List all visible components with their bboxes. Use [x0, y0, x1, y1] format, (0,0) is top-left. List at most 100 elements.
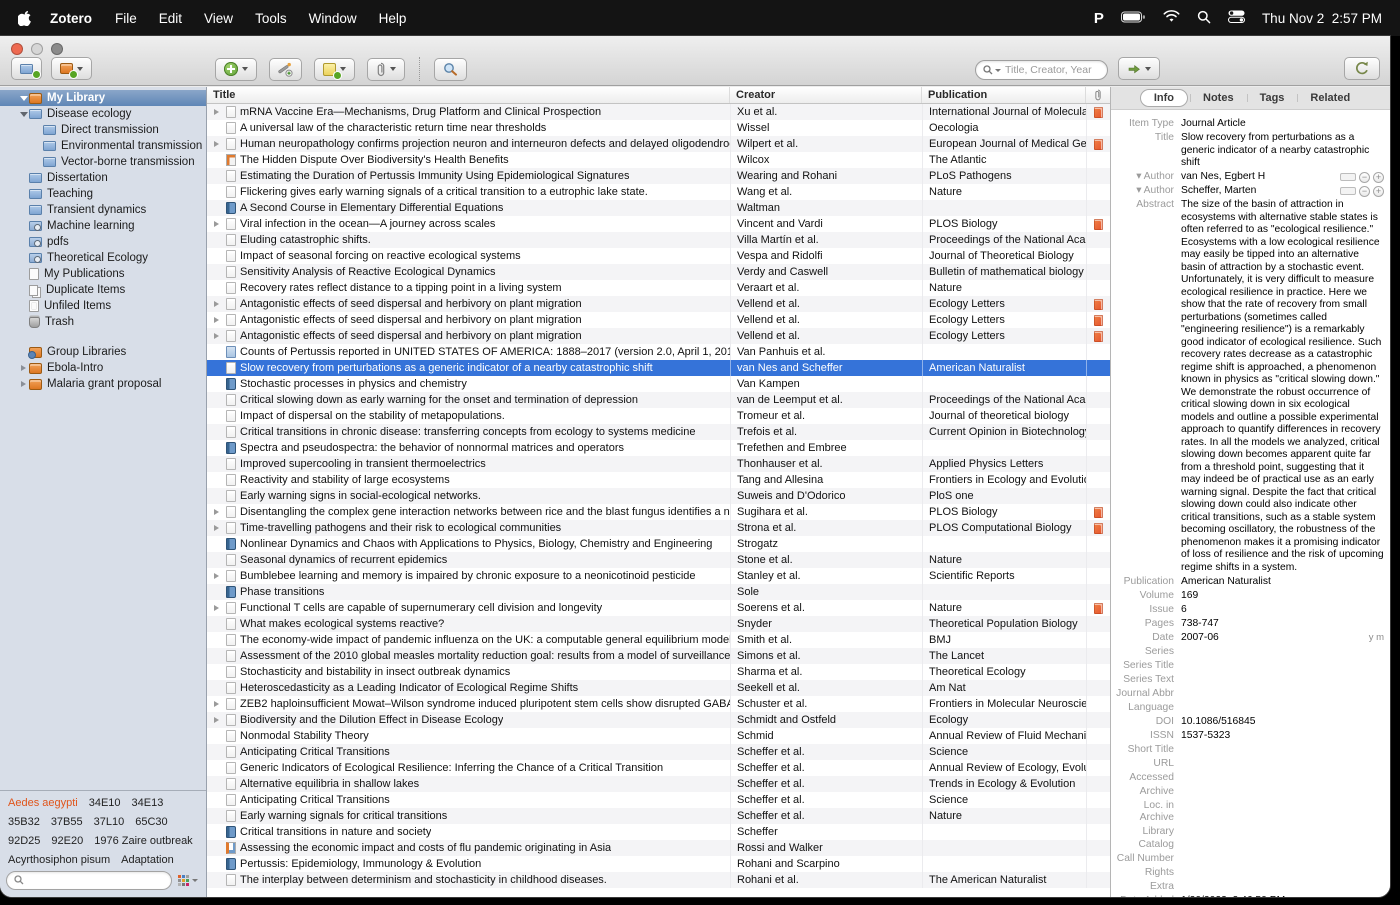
table-row[interactable]: Nonlinear Dynamics and Chaos with Applic… — [207, 536, 1110, 552]
tag-92d25[interactable]: 92D25 — [8, 836, 40, 847]
sidebar-item-dissertation[interactable]: Dissertation — [0, 170, 206, 186]
field-value[interactable] — [1181, 881, 1384, 894]
table-row[interactable]: Stochastic processes in physics and chem… — [207, 376, 1110, 392]
new-collection-button[interactable] — [11, 57, 42, 80]
sidebar-item-direct-transmission[interactable]: Direct transmission — [0, 122, 206, 138]
menu-tools[interactable]: Tools — [244, 11, 298, 26]
new-note-button[interactable] — [314, 58, 355, 81]
sidebar-item-transient-dynamics[interactable]: Transient dynamics — [0, 202, 206, 218]
expand-arrow-icon[interactable] — [210, 573, 222, 579]
password-manager-icon[interactable]: P — [1094, 10, 1104, 27]
menu-file[interactable]: File — [104, 11, 148, 26]
quick-search-input[interactable] — [1005, 64, 1100, 76]
column-header-title[interactable]: Title — [207, 87, 730, 103]
field-value[interactable] — [1181, 867, 1384, 880]
add-by-identifier-button[interactable] — [269, 58, 302, 81]
field-value[interactable] — [1181, 646, 1384, 659]
expand-arrow-icon[interactable] — [210, 717, 222, 723]
table-row[interactable]: Generic Indicators of Ecological Resilie… — [207, 760, 1110, 776]
author-name[interactable]: Scheffer, Marten — [1181, 185, 1336, 198]
field-value[interactable]: The size of the basin of attraction in e… — [1181, 199, 1384, 574]
expand-arrow-icon[interactable] — [210, 701, 222, 707]
table-row[interactable]: Impact of seasonal forcing on reactive e… — [207, 248, 1110, 264]
table-row[interactable]: Antagonistic effects of seed dispersal a… — [207, 312, 1110, 328]
table-row[interactable]: Alternative equilibria in shallow lakesS… — [207, 776, 1110, 792]
locate-button[interactable] — [1118, 57, 1160, 80]
field-value[interactable]: 10.1086/516845 — [1181, 716, 1384, 729]
table-row[interactable]: The interplay between determinism and st… — [207, 872, 1110, 888]
table-row[interactable]: Improved supercooling in transient therm… — [207, 456, 1110, 472]
sidebar-item-machine-learning[interactable]: Machine learning — [0, 218, 206, 234]
expand-arrow-icon[interactable] — [210, 109, 222, 115]
tag-35b32[interactable]: 35B32 — [8, 817, 40, 828]
tag-1976-zaire-outbreak[interactable]: 1976 Zaire outbreak — [94, 836, 192, 847]
remove-author-button[interactable]: − — [1359, 172, 1370, 183]
table-row[interactable]: A universal law of the characteristic re… — [207, 120, 1110, 136]
field-value[interactable]: 1/20/2023, 2:46:50 PM — [1181, 895, 1384, 898]
field-value[interactable] — [1181, 786, 1384, 799]
menu-view[interactable]: View — [193, 11, 244, 26]
tag-search-input[interactable] — [28, 874, 164, 886]
table-row[interactable]: Critical transitions in chronic disease:… — [207, 424, 1110, 440]
add-author-button[interactable]: + — [1373, 172, 1384, 183]
minimize-button[interactable] — [31, 43, 43, 55]
disclosure-expanded-icon[interactable] — [18, 112, 29, 117]
add-author-button[interactable]: + — [1373, 186, 1384, 197]
table-row[interactable]: Early warning signals for critical trans… — [207, 808, 1110, 824]
field-value[interactable]: 738-747 — [1181, 618, 1384, 631]
tag-92e20[interactable]: 92E20 — [51, 836, 83, 847]
field-value[interactable] — [1181, 688, 1384, 701]
sidebar-item-my-publications[interactable]: My Publications — [0, 266, 206, 282]
field-value[interactable] — [1181, 826, 1384, 851]
sync-button[interactable] — [1344, 57, 1380, 80]
remove-author-button[interactable]: − — [1359, 186, 1370, 197]
table-row[interactable]: Antagonistic effects of seed dispersal a… — [207, 296, 1110, 312]
tab-related[interactable]: Related — [1299, 90, 1361, 106]
table-row[interactable]: Slow recovery from perturbations as a ge… — [207, 360, 1110, 376]
battery-icon[interactable] — [1121, 11, 1146, 26]
tag-37b55[interactable]: 37B55 — [51, 817, 83, 828]
table-row[interactable]: What makes ecological systems reactive?S… — [207, 616, 1110, 632]
group-library-ebola-intro[interactable]: Ebola-Intro — [0, 360, 206, 376]
wifi-icon[interactable] — [1163, 10, 1180, 26]
table-row[interactable]: Estimating the Duration of Pertussis Imm… — [207, 168, 1110, 184]
sidebar-item-vector-borne-transmission[interactable]: Vector-borne transmission — [0, 154, 206, 170]
tab-tags[interactable]: Tags — [1249, 90, 1296, 106]
tag-acyrthosiphon-pisum[interactable]: Acyrthosiphon pisum — [8, 855, 110, 866]
expand-arrow-icon[interactable] — [210, 525, 222, 531]
app-menu[interactable]: Zotero — [50, 11, 92, 26]
field-value[interactable] — [1181, 744, 1384, 757]
table-row[interactable]: mRNA Vaccine Era—Mechanisms, Drug Platfo… — [207, 104, 1110, 120]
table-row[interactable]: Bumblebee learning and memory is impaire… — [207, 568, 1110, 584]
table-row[interactable]: The Hidden Dispute Over Biodiversity's H… — [207, 152, 1110, 168]
table-row[interactable]: Assessment of the 2010 global measles mo… — [207, 648, 1110, 664]
tag-aedes-aegypti[interactable]: Aedes aegypti — [8, 798, 78, 809]
field-value[interactable]: 6 — [1181, 604, 1384, 617]
table-row[interactable]: Anticipating Critical TransitionsScheffe… — [207, 744, 1110, 760]
field-value[interactable]: 169 — [1181, 590, 1384, 603]
expand-arrow-icon[interactable] — [210, 317, 222, 323]
sidebar-item-environmental-transmission[interactable]: Environmental transmission — [0, 138, 206, 154]
menu-help[interactable]: Help — [368, 11, 418, 26]
table-row[interactable]: Assessing the economic impact and costs … — [207, 840, 1110, 856]
tag-34e10[interactable]: 34E10 — [89, 798, 121, 809]
table-row[interactable]: Disentangling the complex gene interacti… — [207, 504, 1110, 520]
menu-edit[interactable]: Edit — [148, 11, 193, 26]
table-row[interactable]: Viral infection in the ocean—A journey a… — [207, 216, 1110, 232]
sidebar-item-pdfs[interactable]: pdfs — [0, 234, 206, 250]
table-row[interactable]: Impact of dispersal on the stability of … — [207, 408, 1110, 424]
table-row[interactable]: Sensitivity Analysis of Reactive Ecologi… — [207, 264, 1110, 280]
disclosure-expanded-icon[interactable] — [18, 96, 29, 101]
expand-arrow-icon[interactable] — [210, 605, 222, 611]
table-row[interactable]: Anticipating Critical TransitionsScheffe… — [207, 792, 1110, 808]
tab-info[interactable]: Info — [1140, 89, 1188, 107]
author-field-mode-box[interactable] — [1340, 173, 1356, 181]
field-value[interactable]: Scheffer, Marten −+ — [1181, 185, 1384, 198]
field-value[interactable] — [1181, 800, 1384, 825]
tab-notes[interactable]: Notes — [1192, 90, 1245, 106]
table-row[interactable]: The economy-wide impact of pandemic infl… — [207, 632, 1110, 648]
table-row[interactable]: Nonmodal Stability TheorySchmidAnnual Re… — [207, 728, 1110, 744]
table-row[interactable]: Spectra and pseudospectra: the behavior … — [207, 440, 1110, 456]
zoom-button[interactable] — [51, 43, 63, 55]
close-button[interactable] — [11, 43, 23, 55]
